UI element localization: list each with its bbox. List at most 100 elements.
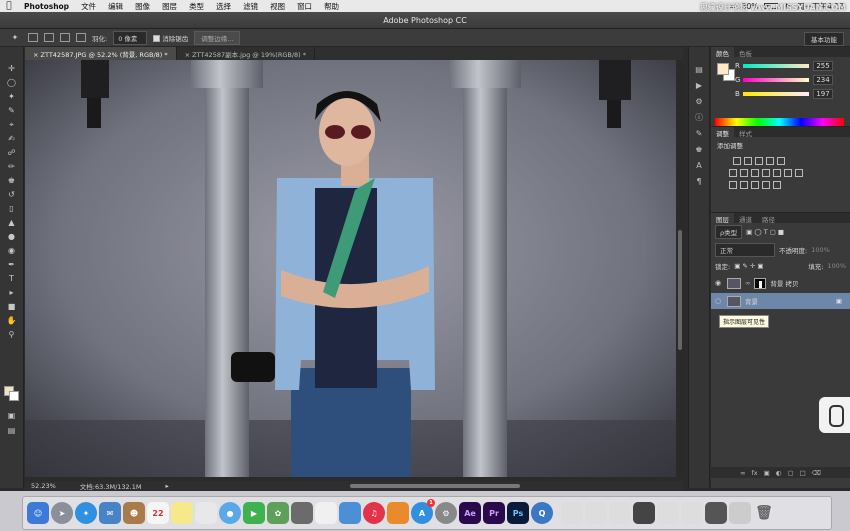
tab-layers[interactable]: 图层: [711, 213, 734, 224]
menu-help[interactable]: 帮助: [318, 1, 345, 12]
tab-doc-1[interactable]: × ZTT42587.JPG @ 52.2% (背景, RGB/8) *: [25, 47, 177, 60]
menu-window[interactable]: 窗口: [291, 1, 318, 12]
battery-percent[interactable]: 30%: [742, 2, 759, 11]
gradient-map-icon[interactable]: [773, 181, 781, 189]
info-panel-icon[interactable]: ⓘ: [693, 113, 705, 123]
brightness-contrast-icon[interactable]: [733, 157, 741, 165]
lock-icons[interactable]: ▣ ✎ ✛ ▣: [734, 262, 763, 270]
after-effects-icon[interactable]: Ae: [459, 502, 481, 524]
intersect-selection-icon[interactable]: [76, 33, 86, 42]
trash-icon[interactable]: 🗑: [753, 502, 775, 524]
new-adjustment-icon[interactable]: ◐: [776, 469, 782, 477]
menu-filter[interactable]: 滤镜: [237, 1, 264, 12]
curves-icon[interactable]: [755, 157, 763, 165]
menu-type[interactable]: 类型: [183, 1, 210, 12]
pen-tool-icon[interactable]: ✒: [5, 259, 19, 270]
black-white-icon[interactable]: [762, 169, 770, 177]
tab-color[interactable]: 颜色: [711, 47, 734, 58]
filter-icons[interactable]: ▣ ◯ T ▢ ■: [746, 228, 784, 236]
layer-row-background[interactable]: ○ 背景 ▣: [711, 293, 850, 309]
layer-style-icon[interactable]: fx: [751, 469, 757, 477]
background-color-swatch[interactable]: [9, 391, 19, 401]
new-selection-icon[interactable]: [28, 33, 38, 42]
color-lookup-icon[interactable]: [795, 169, 803, 177]
dodge-tool-icon[interactable]: ◉: [5, 245, 19, 256]
path-selection-tool-icon[interactable]: ▸: [5, 287, 19, 298]
eye-icon-hidden[interactable]: ○: [715, 297, 723, 305]
quick-select-tool-icon[interactable]: ✎: [5, 105, 19, 116]
dock-window-4[interactable]: [633, 502, 655, 524]
red-value-input[interactable]: 255: [813, 60, 833, 71]
finder-icon[interactable]: ☺: [27, 502, 49, 524]
zoom-level[interactable]: 52.23%: [31, 482, 56, 490]
workspace-select[interactable]: 基本功能: [804, 32, 844, 46]
posterize-icon[interactable]: [740, 181, 748, 189]
tab-channels[interactable]: 通道: [734, 213, 757, 224]
antialias-checkbox[interactable]: 消除锯齿: [153, 33, 188, 43]
color-spectrum-bar[interactable]: [715, 118, 844, 126]
refine-edge-button[interactable]: 调整边缘...: [194, 30, 241, 45]
layer-name[interactable]: 背景 拷贝: [770, 278, 798, 288]
tab-swatches[interactable]: 色板: [734, 47, 757, 58]
new-group-icon[interactable]: ▢: [787, 469, 793, 477]
brush-tool-icon[interactable]: ✏: [5, 161, 19, 172]
keynote-icon[interactable]: [339, 502, 361, 524]
channel-mixer-icon[interactable]: [784, 169, 792, 177]
actions-panel-icon[interactable]: ▶: [693, 81, 705, 91]
calendar-icon[interactable]: 22: [147, 502, 169, 524]
menu-layer[interactable]: 图层: [156, 1, 183, 12]
gradient-triangle-icon[interactable]: [777, 157, 785, 165]
reminders-icon[interactable]: [195, 502, 217, 524]
move-tool-icon[interactable]: ✛: [5, 63, 19, 74]
quick-mask-icon[interactable]: ▣: [5, 410, 19, 421]
eyedropper-tool-icon[interactable]: ✍: [5, 133, 19, 144]
flag-icon[interactable]: ⚑: [784, 2, 791, 11]
history-panel-icon[interactable]: ▤: [693, 65, 705, 75]
history-brush-tool-icon[interactable]: ↺: [5, 189, 19, 200]
facetime-icon[interactable]: ▶: [243, 502, 265, 524]
dock-window-3[interactable]: [609, 502, 631, 524]
launchpad-icon[interactable]: ➤: [51, 502, 73, 524]
vibrance-icon[interactable]: [729, 169, 737, 177]
fill-input[interactable]: 100%: [827, 262, 846, 270]
numbers-icon[interactable]: [315, 502, 337, 524]
dock-window-8[interactable]: [729, 502, 751, 524]
layer-mask-thumbnail[interactable]: [754, 277, 767, 289]
menu-view[interactable]: 视图: [264, 1, 291, 12]
tab-paths[interactable]: 路径: [757, 213, 780, 224]
eye-icon[interactable]: ◉: [715, 279, 723, 287]
menu-app-name[interactable]: Photoshop: [18, 2, 75, 11]
wifi-icon[interactable]: ≈: [729, 2, 735, 11]
paint-bucket-tool-icon[interactable]: ▲: [5, 217, 19, 228]
hand-tool-icon[interactable]: ✋: [5, 315, 19, 326]
hue-saturation-icon[interactable]: [740, 169, 748, 177]
menu-select[interactable]: 选择: [210, 1, 237, 12]
shape-tool-icon[interactable]: ■: [5, 301, 19, 312]
invert-icon[interactable]: [729, 181, 737, 189]
tab-adjustments[interactable]: 调整: [711, 127, 734, 138]
color-panel-foreground-swatch[interactable]: [717, 63, 729, 75]
app-store-icon[interactable]: A1: [411, 499, 435, 524]
dock-window-5[interactable]: [657, 502, 679, 524]
subtract-selection-icon[interactable]: [60, 33, 70, 42]
layer-filter-select[interactable]: ρ类型: [715, 225, 743, 239]
blue-value-input[interactable]: 197: [813, 88, 833, 99]
menu-edit[interactable]: 编辑: [102, 1, 129, 12]
eraser-tool-icon[interactable]: ▯: [5, 203, 19, 214]
screen-mode-icon[interactable]: ▤: [5, 425, 19, 436]
canvas-horizontal-scroll-thumb[interactable]: [350, 484, 520, 488]
menu-image[interactable]: 图像: [129, 1, 156, 12]
brush-panel-icon[interactable]: ✎: [693, 129, 705, 139]
vertical-scroll-thumb[interactable]: [678, 230, 682, 350]
notes-icon[interactable]: [171, 502, 193, 524]
photo-filter-icon[interactable]: [773, 169, 781, 177]
messages-icon[interactable]: ●: [219, 502, 241, 524]
marquee-tool-icon[interactable]: ◯: [5, 77, 19, 88]
delete-layer-icon[interactable]: ⌫: [812, 469, 821, 477]
menu-file[interactable]: 文件: [75, 1, 102, 12]
link-layers-icon[interactable]: ∞: [740, 469, 745, 477]
safari-icon[interactable]: ✦: [75, 502, 97, 524]
new-layer-icon[interactable]: □: [800, 469, 806, 477]
dock-window-1[interactable]: [561, 502, 583, 524]
itunes-icon[interactable]: ♫: [363, 502, 385, 524]
